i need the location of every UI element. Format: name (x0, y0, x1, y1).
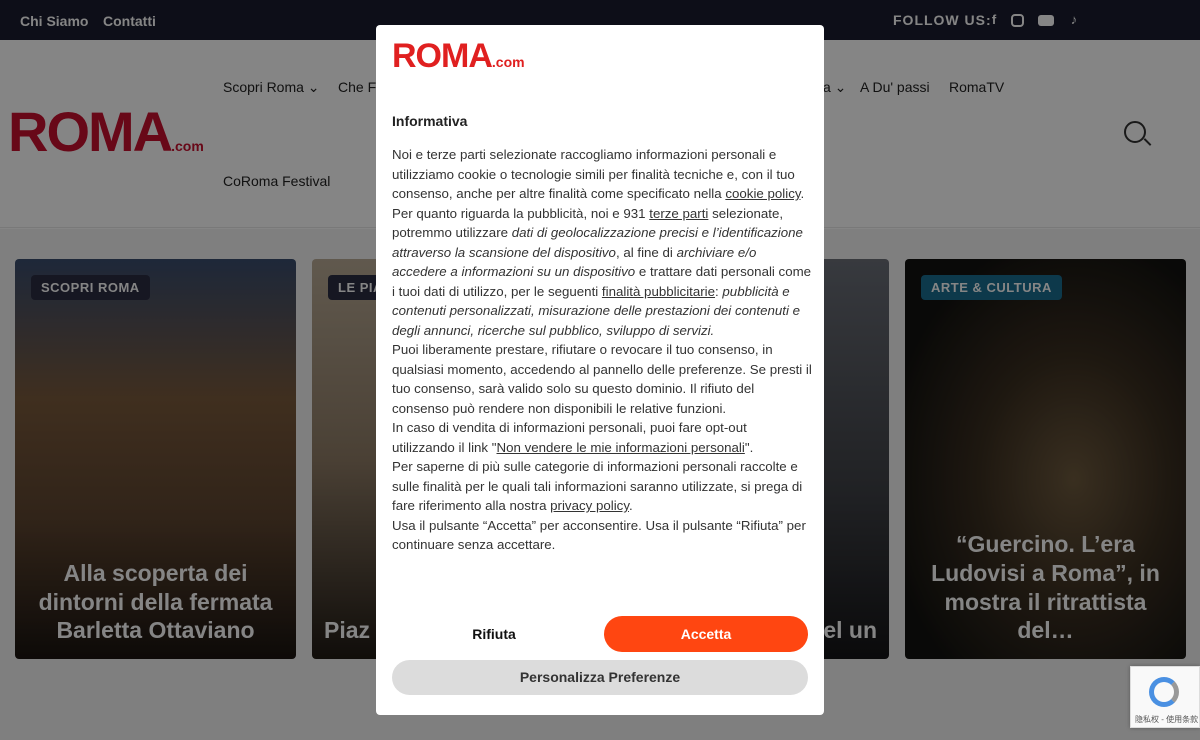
reject-button[interactable]: Rifiuta (392, 616, 596, 652)
modal-heading: Informativa (392, 113, 468, 129)
privacy-policy-link[interactable]: privacy policy (550, 498, 629, 513)
consent-paragraph: Per quanto riguarda la pubblicità, noi e… (392, 205, 812, 338)
recaptcha-footer[interactable]: 隐私权 - 使用条款 (1135, 714, 1198, 725)
cookie-consent-modal: ROMA.com Informativa Noi e terze parti s… (376, 25, 824, 715)
consent-paragraph: Per saperne di più sulle categorie di in… (392, 459, 803, 513)
customize-preferences-button[interactable]: Personalizza Preferenze (392, 660, 808, 695)
accept-button[interactable]: Accetta (604, 616, 808, 652)
cookie-policy-link[interactable]: cookie policy (725, 186, 800, 201)
recaptcha-badge[interactable]: 隐私权 - 使用条款 (1130, 666, 1200, 728)
consent-paragraph: In caso di vendita di informazioni perso… (392, 420, 754, 455)
consent-paragraph: Usa il pulsante “Accetta” per acconsenti… (392, 517, 806, 553)
do-not-sell-link[interactable]: Non vendere le mie informazioni personal… (497, 440, 745, 455)
consent-text: Noi e terze parti selezionate raccogliam… (392, 145, 812, 555)
recaptcha-icon (1149, 677, 1179, 707)
consent-paragraph: Noi e terze parti selezionate raccogliam… (392, 147, 805, 201)
ad-purposes-link[interactable]: finalità pubblicitarie (602, 284, 715, 299)
modal-logo: ROMA.com (392, 37, 525, 75)
consent-paragraph: Puoi liberamente prestare, rifiutare o r… (392, 342, 812, 416)
third-parties-link[interactable]: terze parti (649, 206, 708, 221)
